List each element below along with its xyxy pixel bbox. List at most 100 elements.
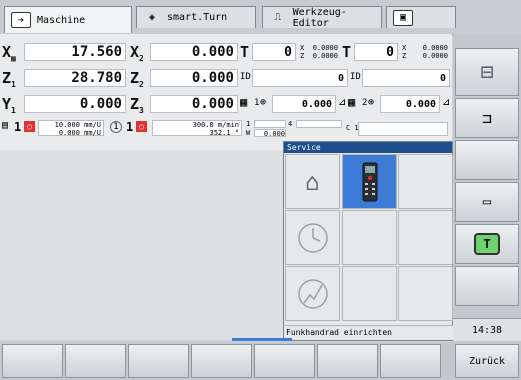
arrow-right-icon: ➔ [11,12,31,28]
spindle2-label: 2 [362,98,368,108]
field-w-value: 0.000 [254,129,286,138]
softkey-bottom-3[interactable] [128,344,189,378]
spindle2-value: 0.000 [380,95,440,113]
tool2-x-offset: 0.0000 [422,44,448,52]
axis-z3-label: Z3 [130,95,144,115]
tool-t-value: 0 [252,43,296,61]
softkey-bottom-6[interactable] [317,344,378,378]
spindle-number: 1 [14,120,22,134]
id-value: 0 [252,69,348,87]
spindle1-icon: ▦ [240,95,248,109]
disk-icon: ▣ [393,9,413,26]
feed-value-1: 10.000 mm/U [54,121,101,129]
rotation-icon: ⊿ [338,97,347,108]
axis-z3-value: 0.000 [150,95,238,113]
service-status: Funkhandrad einrichten [284,325,454,340]
service-empty-4[interactable] [342,266,397,321]
field-a [254,120,286,128]
unit-indicator: 1 [110,121,122,133]
axis-x2-label: X2 [130,43,144,63]
clock-icon [297,222,328,253]
tab-label: smart.Turn [167,12,228,23]
id2-value: 0 [362,69,450,87]
spindle-stop-icon: ○ [24,121,35,132]
feed-box: 10.000 mm/U 0.000 mm/U [38,120,104,137]
field-a-label: 1 [246,120,251,128]
tool-t2-value: 0 [354,43,398,61]
id2-label: ID [350,72,361,82]
diamond-arrow-icon: ◈ [148,12,156,23]
service-empty-5[interactable] [398,266,453,321]
machine-icon: ⌂ [305,167,320,196]
diagnosis-icon [297,278,328,309]
service-window: Service ⌂ Funkhandrad einrichten [283,141,454,341]
softkey-bottom-7[interactable] [380,344,441,378]
axis-x2-value: 0.000 [150,43,238,61]
tool-z-offset: 0.0000 [312,52,338,60]
progress-indicator [232,338,292,341]
softkey-bottom-4[interactable] [191,344,252,378]
spindle1-label: 1 [254,98,260,108]
tab-label: Maschine [37,14,86,26]
service-diagnosis[interactable] [285,266,340,321]
tool-icon: ⎍ [274,12,282,23]
softkey-bottom-2[interactable] [65,344,126,378]
tool-x-label: X [300,44,305,52]
softkey-tool-mode[interactable]: T [455,224,519,264]
axis-z2-label: Z2 [130,69,144,89]
position-display: X▦ 17.560 X2 0.000 T 0 X Z 0.0000 0.0000… [0,34,452,150]
axis-z1-value: 28.780 [24,69,126,87]
clock-time: 14:38 [453,318,521,341]
tool-x-offset: 0.0000 [312,44,338,52]
tool2-z-offset: 0.0000 [422,52,448,60]
service-title: Service [284,142,452,153]
handwheel-icon [362,162,377,201]
tab-label: Werkzeug-Editor [292,6,347,29]
spindle2-stop-icon: ○ [136,121,147,132]
tool2-x-label: X [402,44,407,52]
tab-maschine[interactable]: ➔ Maschine [4,6,132,33]
axis-x-label: X▦ [2,43,16,63]
back-button[interactable]: Zurück [455,344,519,378]
field-c-label: C 1 [346,124,359,132]
ruler-icon: ▭ [482,194,492,210]
axis-z2-value: 0.000 [150,69,238,87]
tab-program[interactable]: ▣ [386,6,456,28]
axis-x-value: 17.560 [24,43,126,61]
service-empty-2[interactable] [342,210,397,265]
feed-value-2: 0.000 mm/U [58,129,101,137]
tool-t-label: T [240,43,250,61]
service-clock[interactable] [285,210,340,265]
tool-holder-icon: ⊐ [482,108,492,128]
speed-value-2: 352.1 ° [209,129,239,137]
chuck-icon: ⊕ [260,97,267,108]
rotation2-icon: ⊿ [442,97,451,108]
axis-z1-label: Z1 [2,69,16,89]
softkey-ruler[interactable]: ▭ [455,182,519,222]
softkey-machine-view[interactable]: ⊟ [455,48,519,96]
service-empty-3[interactable] [398,210,453,265]
chuck2-icon: ⊕ [368,97,375,108]
program-icon: ▤ [2,120,9,131]
softkey-empty-2[interactable] [455,266,519,306]
service-machine-setup[interactable]: ⌂ [285,154,340,209]
tab-werkzeug-editor[interactable]: ⎍ Werkzeug-Editor [262,6,382,29]
spindle2-icon: ▦ [348,95,356,109]
spindle2-number: 1 [126,120,134,134]
softkey-bottom-1[interactable] [2,344,63,378]
speed-box: 300.0 m/min 352.1 ° [152,120,242,137]
axis-y1-value: 0.000 [24,95,126,113]
horizontal-softkeys: Zurück [0,342,521,380]
softkey-tool-holder[interactable]: ⊐ [455,98,519,138]
service-handwheel[interactable] [342,154,397,209]
vertical-softkeys: ⊟ ⊐ ▭ T [453,34,521,344]
machine-view-icon: ⊟ [480,59,494,85]
softkey-bottom-5[interactable] [254,344,315,378]
field-c [358,122,448,136]
tab-smart-turn[interactable]: ◈ smart.Turn [136,6,256,28]
tool-z-label: Z [300,52,305,60]
softkey-empty-1[interactable] [455,140,519,180]
tool-mode-icon: T [474,233,500,255]
service-empty-1[interactable] [398,154,453,209]
speed-value-1: 300.0 m/min [192,121,239,129]
